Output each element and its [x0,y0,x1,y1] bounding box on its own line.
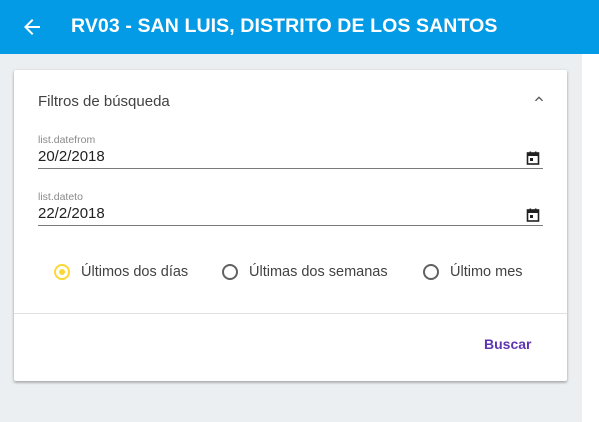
radio-label: Últimas dos semanas [249,264,388,280]
radio-last-two-weeks[interactable]: Últimas dos semanas [222,260,388,284]
date-from-label: list.datefrom [38,134,96,146]
arrow-left-icon [24,19,40,35]
radio-label: Últimos dos días [81,264,189,280]
radio-button[interactable] [222,264,238,280]
radio-last-month[interactable]: Último mes [423,260,523,284]
radio-label: Último mes [450,264,523,280]
date-to-label: list.dateto [38,191,83,203]
page-title: RV03 - SAN LUIS, DISTRITO DE LOS SANTOS [71,15,498,37]
back-button[interactable] [20,15,44,39]
app-bar: RV03 - SAN LUIS, DISTRITO DE LOS SANTOS [0,0,599,54]
radio-button-checked[interactable] [54,264,70,280]
calendar-icon[interactable] [526,151,540,165]
filters-title: Filtros de búsqueda [38,93,170,110]
date-from-field[interactable]: list.datefrom [38,134,543,174]
date-to-field[interactable]: list.dateto [38,191,543,231]
right-gutter [582,54,599,422]
date-from-underline [38,168,543,169]
radio-button[interactable] [423,264,439,280]
card-divider [14,313,567,314]
search-filters-card: Filtros de búsqueda list.datefrom list.d… [14,70,567,381]
period-radio-group: Últimos dos días Últimas dos semanas Últ… [14,260,567,284]
date-to-input[interactable] [38,205,518,222]
search-button[interactable]: Buscar [484,336,531,352]
date-to-underline [38,225,543,226]
filters-panel-header[interactable]: Filtros de búsqueda [14,70,567,132]
calendar-icon[interactable] [526,208,540,222]
radio-last-two-days[interactable]: Últimos dos días [54,260,188,284]
chevron-up-icon[interactable] [531,91,547,107]
date-from-input[interactable] [38,148,518,165]
